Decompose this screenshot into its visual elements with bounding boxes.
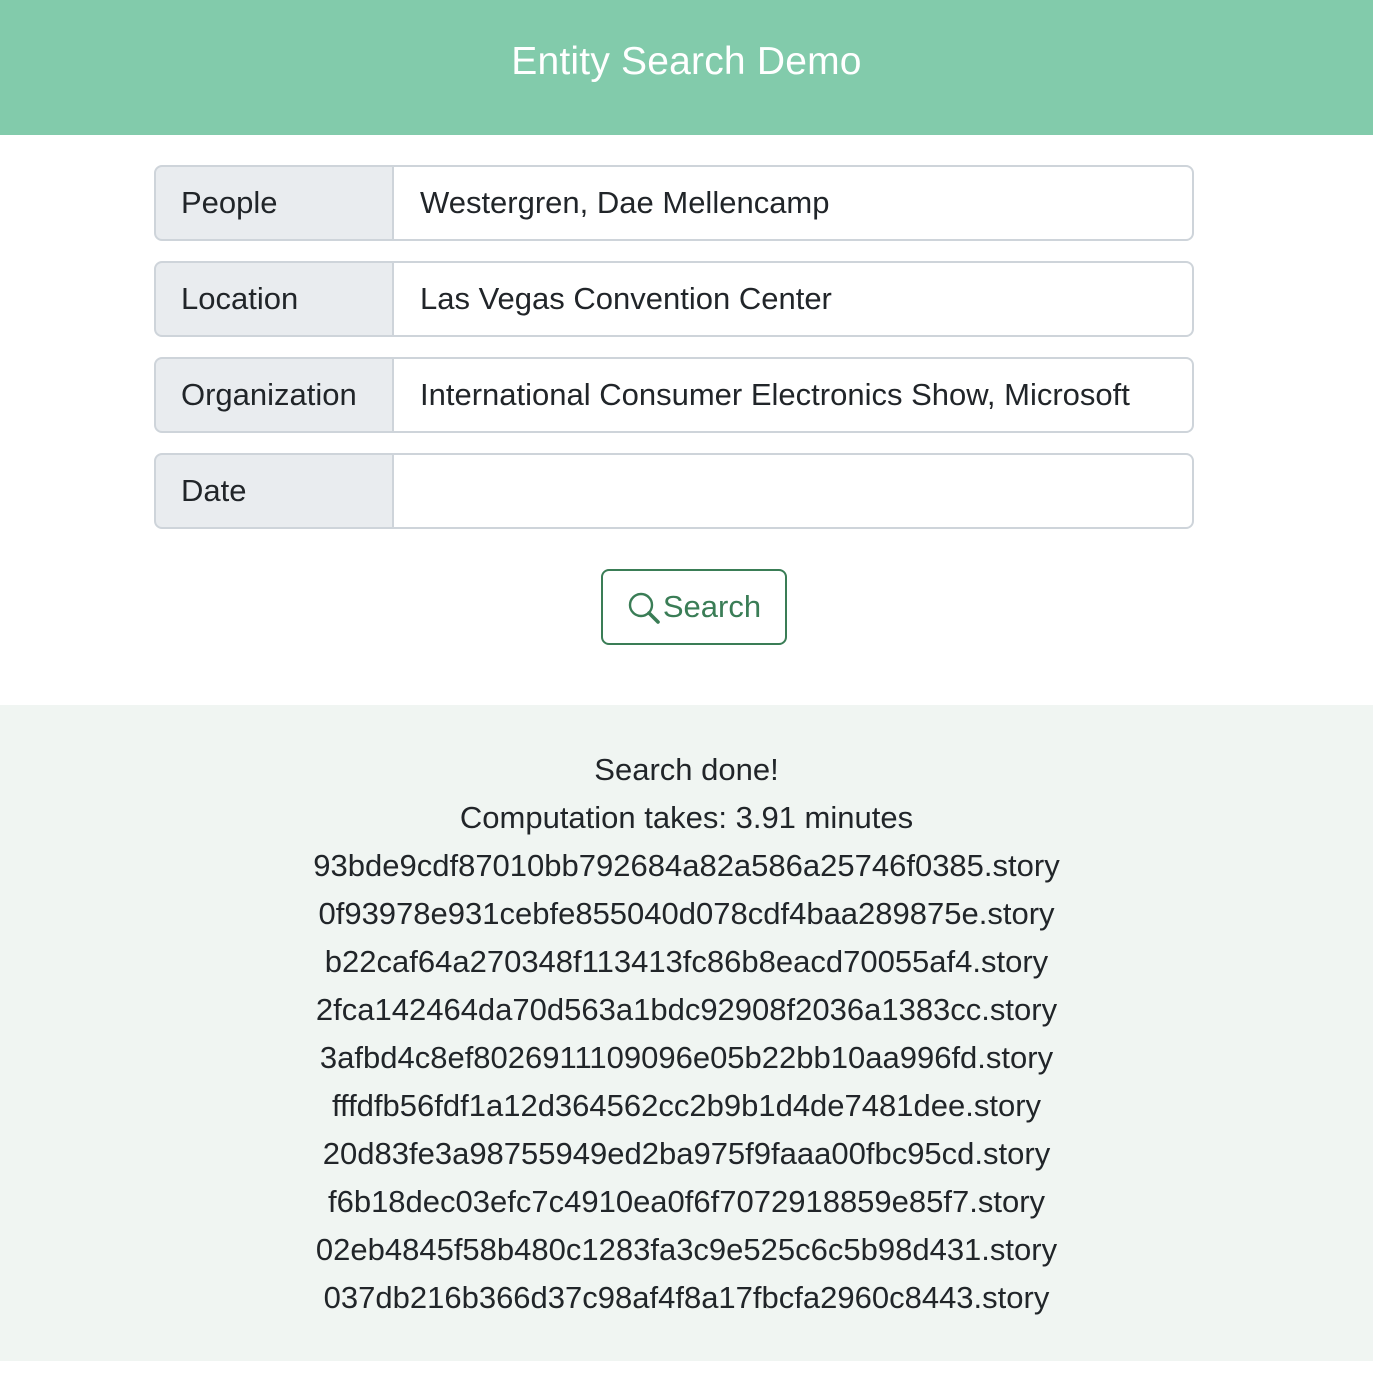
result-file: 20d83fe3a98755949ed2ba975f9faaa00fbc95cd… bbox=[322, 1136, 1051, 1171]
search-form: People Westergren, Dae Mellencamp Locati… bbox=[154, 165, 1194, 549]
result-file: b22caf64a270348f113413fc86b8eacd70055af4… bbox=[324, 944, 1049, 979]
location-label: Location bbox=[154, 261, 394, 337]
result-file: fffdfb56fdf1a12d364562cc2b9b1d4de7481dee… bbox=[331, 1088, 1042, 1123]
people-row: People Westergren, Dae Mellencamp bbox=[154, 165, 1194, 241]
organization-input-value: International Consumer Electronics Show,… bbox=[420, 377, 1130, 412]
location-input[interactable]: Las Vegas Convention Center bbox=[394, 261, 1194, 337]
page-title: Entity Search Demo bbox=[511, 39, 862, 83]
organization-label: Organization bbox=[154, 357, 394, 433]
result-file: 2fca142464da70d563a1bdc92908f2036a1383cc… bbox=[315, 992, 1058, 1027]
results-panel: Search done! Computation takes: 3.91 min… bbox=[0, 705, 1373, 1361]
computation-time: Computation takes: 3.91 minutes bbox=[459, 800, 914, 835]
result-file: 3afbd4c8ef8026911109096e05b22bb10aa996fd… bbox=[319, 1040, 1054, 1075]
location-input-value: Las Vegas Convention Center bbox=[420, 281, 832, 316]
date-row: Date bbox=[154, 453, 1194, 529]
result-file: f6b18dec03efc7c4910ea0f6f7072918859e85f7… bbox=[327, 1184, 1046, 1219]
result-file: 037db216b366d37c98af4f8a17fbcfa2960c8443… bbox=[323, 1280, 1050, 1315]
result-file: 02eb4845f58b480c1283fa3c9e525c6c5b98d431… bbox=[315, 1232, 1058, 1267]
people-input-value: Westergren, Dae Mellencamp bbox=[420, 185, 830, 220]
people-label: People bbox=[154, 165, 394, 241]
result-file: 93bde9cdf87010bb792684a82a586a25746f0385… bbox=[313, 848, 1060, 883]
date-input[interactable] bbox=[394, 453, 1194, 529]
search-button[interactable]: Search bbox=[601, 569, 787, 645]
search-status: Search done! bbox=[594, 752, 779, 787]
search-icon bbox=[628, 592, 660, 624]
organization-row: Organization International Consumer Elec… bbox=[154, 357, 1194, 433]
location-row: Location Las Vegas Convention Center bbox=[154, 261, 1194, 337]
results-list: 93bde9cdf87010bb792684a82a586a25746f0385… bbox=[0, 847, 1373, 1327]
people-input[interactable]: Westergren, Dae Mellencamp bbox=[394, 165, 1194, 241]
app-header: Entity Search Demo bbox=[0, 0, 1373, 135]
date-label: Date bbox=[154, 453, 394, 529]
search-button-label: Search bbox=[662, 589, 762, 624]
result-file: 0f93978e931cebfe855040d078cdf4baa289875e… bbox=[318, 896, 1055, 931]
organization-input[interactable]: International Consumer Electronics Show,… bbox=[394, 357, 1194, 433]
